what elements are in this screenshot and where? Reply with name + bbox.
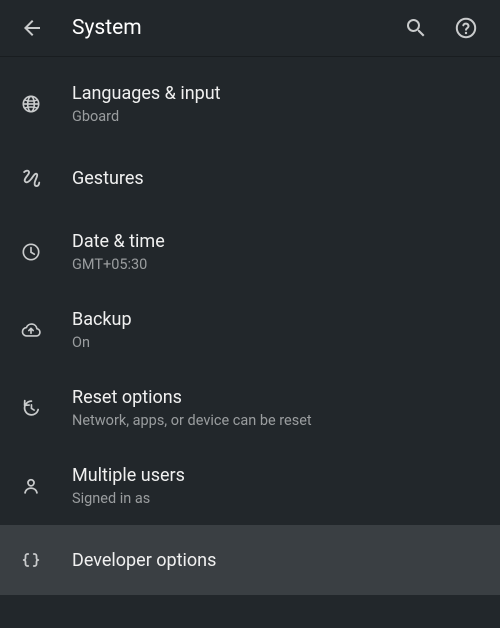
clock-icon <box>20 241 42 263</box>
arrow-back-icon <box>20 16 44 40</box>
item-reset-options[interactable]: Reset options Network, apps, or device c… <box>0 369 500 447</box>
help-button[interactable] <box>444 6 488 50</box>
item-subtitle: Gboard <box>72 108 484 125</box>
item-multiple-users[interactable]: Multiple users Signed in as <box>0 447 500 525</box>
page-title: System <box>72 16 394 40</box>
help-icon <box>454 16 478 40</box>
item-subtitle: Network, apps, or device can be reset <box>72 412 484 429</box>
item-subtitle: GMT+05:30 <box>72 256 484 273</box>
cloud-upload-icon <box>20 319 42 341</box>
braces-icon <box>20 549 42 571</box>
person-icon <box>20 475 42 497</box>
item-subtitle: Signed in as <box>72 490 484 507</box>
globe-icon <box>20 93 42 115</box>
item-subtitle: On <box>72 334 484 351</box>
gesture-icon <box>20 167 42 189</box>
app-bar: System <box>0 0 500 56</box>
item-developer-options[interactable]: Developer options <box>0 525 500 595</box>
item-gestures[interactable]: Gestures <box>0 143 500 213</box>
item-title: Gestures <box>72 168 484 189</box>
item-backup[interactable]: Backup On <box>0 291 500 369</box>
item-title: Date & time <box>72 231 484 252</box>
item-date-time[interactable]: Date & time GMT+05:30 <box>0 213 500 291</box>
item-title: Reset options <box>72 387 484 408</box>
item-title: Developer options <box>72 550 484 571</box>
settings-list: Languages & input Gboard Gestures Date &… <box>0 57 500 595</box>
search-icon <box>404 16 428 40</box>
item-languages-input[interactable]: Languages & input Gboard <box>0 65 500 143</box>
search-button[interactable] <box>394 6 438 50</box>
restore-icon <box>20 397 42 419</box>
item-title: Backup <box>72 309 484 330</box>
item-title: Multiple users <box>72 465 484 486</box>
appbar-divider <box>0 56 500 57</box>
back-button[interactable] <box>10 6 54 50</box>
item-title: Languages & input <box>72 83 484 104</box>
